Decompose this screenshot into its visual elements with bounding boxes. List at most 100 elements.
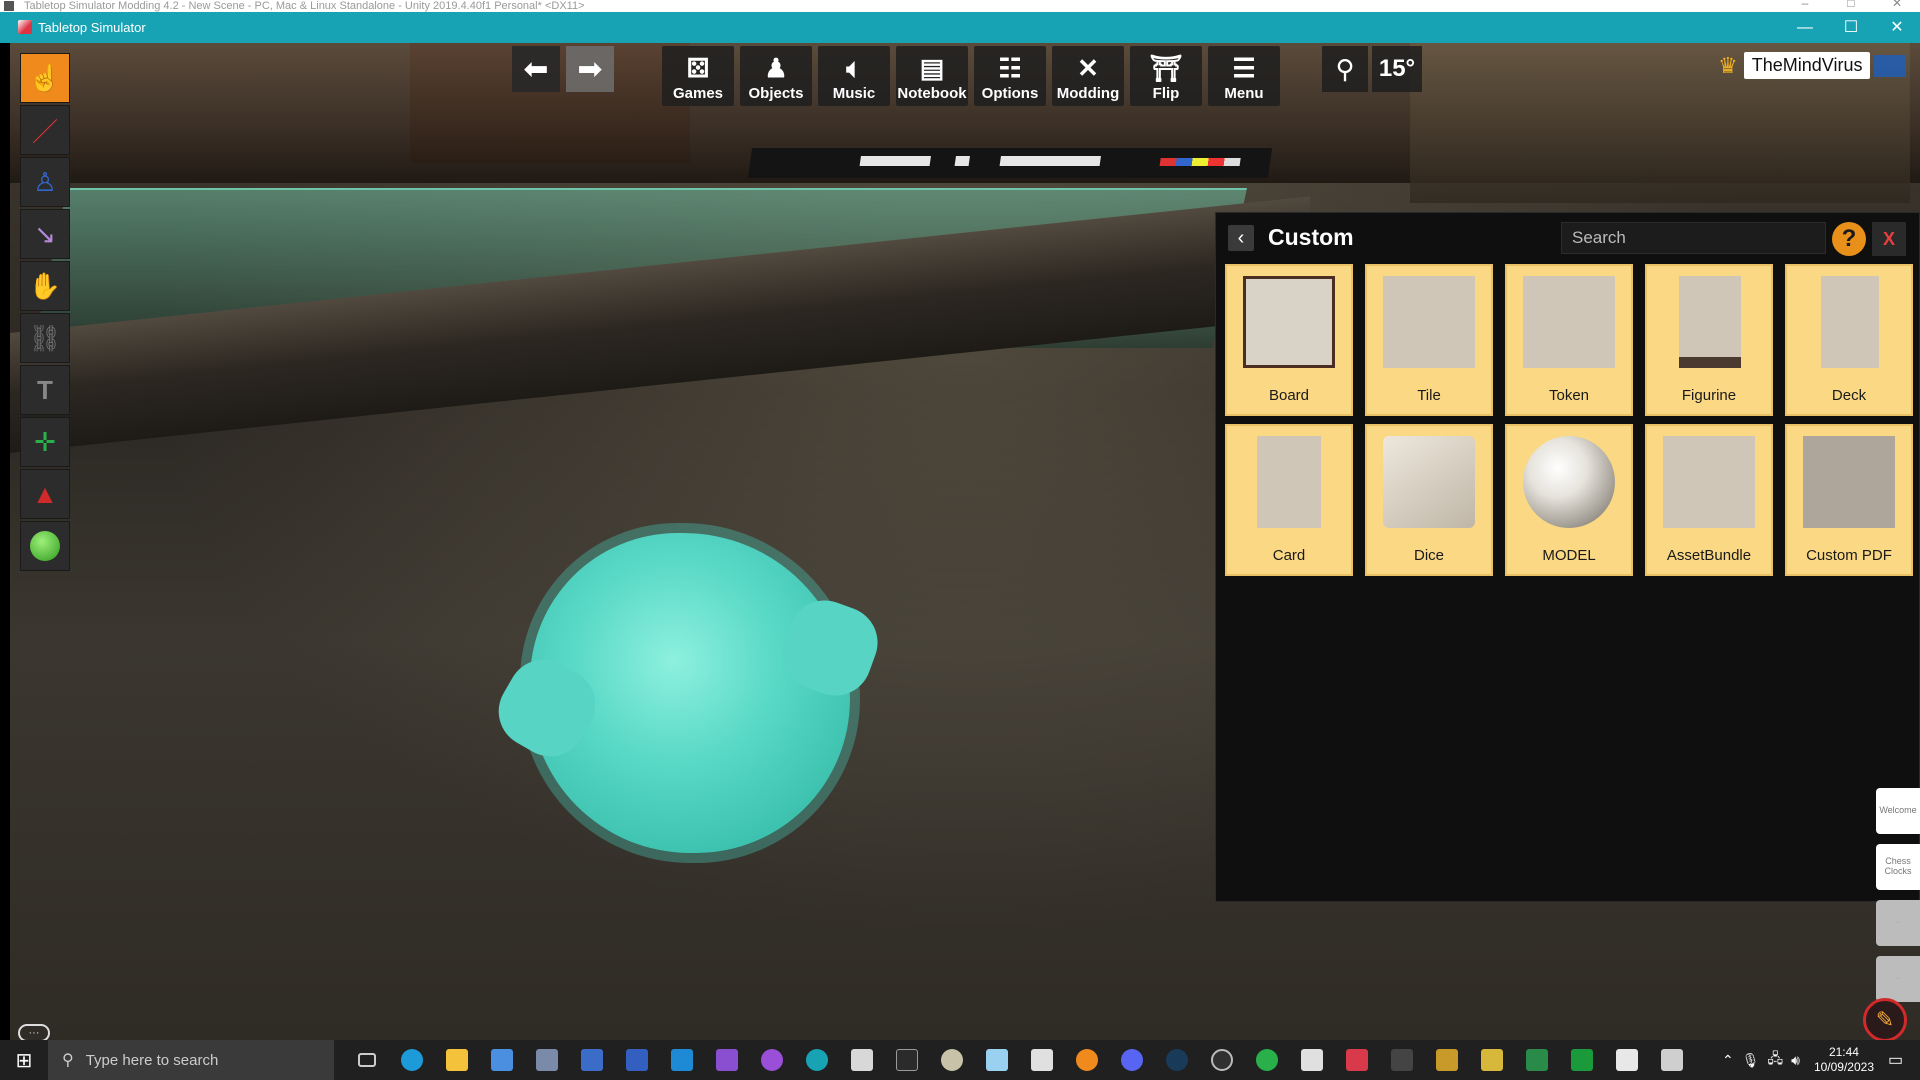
edge-icon[interactable]: [389, 1040, 434, 1080]
pen-tool-icon[interactable]: ／: [20, 105, 70, 155]
app-icon-24[interactable]: [1379, 1040, 1424, 1080]
app-icon-6[interactable]: [569, 1040, 614, 1080]
custom-deck-item[interactable]: Deck: [1785, 264, 1913, 416]
teal-custom-object[interactable]: [530, 533, 850, 853]
side-tab-4[interactable]: ·: [1876, 956, 1920, 1002]
outer-close-icon[interactable]: ✕: [1874, 0, 1920, 9]
close-window-icon[interactable]: ✕: [1874, 12, 1920, 43]
xbox-icon[interactable]: [1244, 1040, 1289, 1080]
redo-arrow-icon[interactable]: ➡: [566, 46, 614, 92]
side-tab-3[interactable]: ·: [1876, 900, 1920, 946]
taskbar-search-box[interactable]: ⚲ Type here to search: [48, 1040, 334, 1080]
paint-icon[interactable]: [929, 1040, 974, 1080]
assetbundle-thumbnail: [1663, 436, 1755, 528]
app-icon-5[interactable]: [524, 1040, 569, 1080]
unity-editor-icon[interactable]: [1649, 1040, 1694, 1080]
axis-tool-icon[interactable]: ✛: [20, 417, 70, 467]
minimize-icon[interactable]: —: [1782, 12, 1828, 43]
unity-hub-icon[interactable]: [1289, 1040, 1334, 1080]
tile-thumbnail: [1383, 276, 1475, 368]
search-input[interactable]: [1561, 222, 1826, 254]
token-thumbnail: [1523, 276, 1615, 368]
app-icon-27[interactable]: [1514, 1040, 1559, 1080]
custom-model-item[interactable]: MODEL: [1505, 424, 1633, 576]
custom-card-item[interactable]: Card: [1225, 424, 1353, 576]
terminal-icon[interactable]: [884, 1040, 929, 1080]
app-icon-26[interactable]: [1469, 1040, 1514, 1080]
blender-icon[interactable]: [1064, 1040, 1109, 1080]
custom-board-item[interactable]: Board: [1225, 264, 1353, 416]
store-icon[interactable]: [479, 1040, 524, 1080]
chess-clocks-tab[interactable]: Chess Clocks: [1876, 844, 1920, 890]
app-icon-7[interactable]: [614, 1040, 659, 1080]
outer-maximize-icon[interactable]: □: [1828, 0, 1874, 9]
custom-dice-item[interactable]: Dice: [1365, 424, 1493, 576]
line-tool-icon[interactable]: ♙: [20, 157, 70, 207]
gizmo-hand-icon[interactable]: ✋: [20, 261, 70, 311]
pawn-icon: ♟: [764, 53, 788, 83]
chevron-up-icon[interactable]: ⌃: [1722, 1052, 1734, 1069]
system-tray: ⌃ 🎙︎ 🖧︎ 🔊︎ 21:44 10/09/2023: [1722, 1040, 1874, 1080]
maximize-icon[interactable]: ☐: [1828, 12, 1874, 43]
app-icon-16[interactable]: [1019, 1040, 1064, 1080]
network-icon[interactable]: 🖧︎: [1767, 1048, 1783, 1072]
warcraft-icon[interactable]: [1424, 1040, 1469, 1080]
custom-figurine-item[interactable]: Figurine: [1645, 264, 1773, 416]
obs-icon[interactable]: [1199, 1040, 1244, 1080]
grab-tool-icon[interactable]: ☝: [20, 53, 70, 103]
joint-tool-icon[interactable]: ⛓: [20, 313, 70, 363]
volume-icon[interactable]: 🔊︎: [1791, 1052, 1800, 1069]
modding-button[interactable]: ✕ Modding: [1052, 46, 1124, 106]
notification-icon[interactable]: ▭: [1888, 1050, 1908, 1070]
vs-code-icon[interactable]: [659, 1040, 704, 1080]
player-name[interactable]: TheMindVirus: [1743, 52, 1871, 79]
no-edit-icon[interactable]: ✎: [1863, 998, 1907, 1042]
custom-assetbundle-item[interactable]: AssetBundle: [1645, 424, 1773, 576]
taskbar-apps: [344, 1040, 1694, 1080]
file-explorer-icon[interactable]: [434, 1040, 479, 1080]
games-button[interactable]: ⚄ Games: [662, 46, 734, 106]
outer-minimize-icon[interactable]: –: [1782, 0, 1828, 9]
search-icon: ⚲: [62, 1052, 74, 1069]
microphone-icon[interactable]: 🎙︎: [1742, 1052, 1760, 1069]
arduino-icon[interactable]: [794, 1040, 839, 1080]
history-arrows: ⬅ ➡: [512, 46, 614, 92]
undo-arrow-icon[interactable]: ⬅: [512, 46, 560, 92]
app-icon-28[interactable]: [1559, 1040, 1604, 1080]
visual-studio-icon[interactable]: [704, 1040, 749, 1080]
taskbar-clock[interactable]: 21:44 10/09/2023: [1814, 1045, 1874, 1075]
stamp-tool-icon[interactable]: ▲: [20, 469, 70, 519]
custom-tile-item[interactable]: Tile: [1365, 264, 1493, 416]
menu-button[interactable]: ☰ Menu: [1208, 46, 1280, 106]
lift-figure-icon[interactable]: ⚲: [1322, 46, 1368, 92]
player-color-swatch: [1874, 54, 1907, 77]
windows-start-icon[interactable]: ⊞: [0, 1040, 48, 1080]
green-ball-icon[interactable]: [20, 521, 70, 571]
tabletop-simulator-icon[interactable]: [1334, 1040, 1379, 1080]
objects-button[interactable]: ♟ Objects: [740, 46, 812, 106]
task-view-icon[interactable]: [344, 1040, 389, 1080]
unity-icon[interactable]: [1604, 1040, 1649, 1080]
crown-icon: ♛: [1718, 52, 1738, 78]
options-button[interactable]: ☷ Options: [974, 46, 1046, 106]
music-button[interactable]: 🔈︎ Music: [818, 46, 890, 106]
deck-thumbnail: [1821, 276, 1879, 368]
back-arrow-icon[interactable]: ‹: [1228, 225, 1254, 251]
rotation-value[interactable]: 15°: [1372, 46, 1422, 92]
outer-window-titlebar: Tabletop Simulator Modding 4.2 - New Sce…: [0, 0, 1920, 12]
custom-token-item[interactable]: Token: [1505, 264, 1633, 416]
custom-pdf-item[interactable]: Custom PDF: [1785, 424, 1913, 576]
welcome-tab[interactable]: Welcome: [1876, 788, 1920, 834]
app-icon-12[interactable]: [839, 1040, 884, 1080]
discord-icon[interactable]: [1109, 1040, 1154, 1080]
notebook-button[interactable]: ▤ Notebook: [896, 46, 968, 106]
help-icon[interactable]: ?: [1832, 222, 1866, 256]
flick-tool-icon[interactable]: ↘: [20, 209, 70, 259]
flip-button[interactable]: ⛩ Flip: [1130, 46, 1202, 106]
text-tool-icon[interactable]: T: [20, 365, 70, 415]
steam-icon[interactable]: [1154, 1040, 1199, 1080]
close-panel-button[interactable]: X: [1872, 222, 1906, 256]
windows-taskbar: ⊞ ⚲ Type here to search ⌃ 🎙︎ 🖧︎ 🔊︎ 21:44…: [0, 1040, 1920, 1080]
app-icon-15[interactable]: [974, 1040, 1019, 1080]
github-desktop-icon[interactable]: [749, 1040, 794, 1080]
